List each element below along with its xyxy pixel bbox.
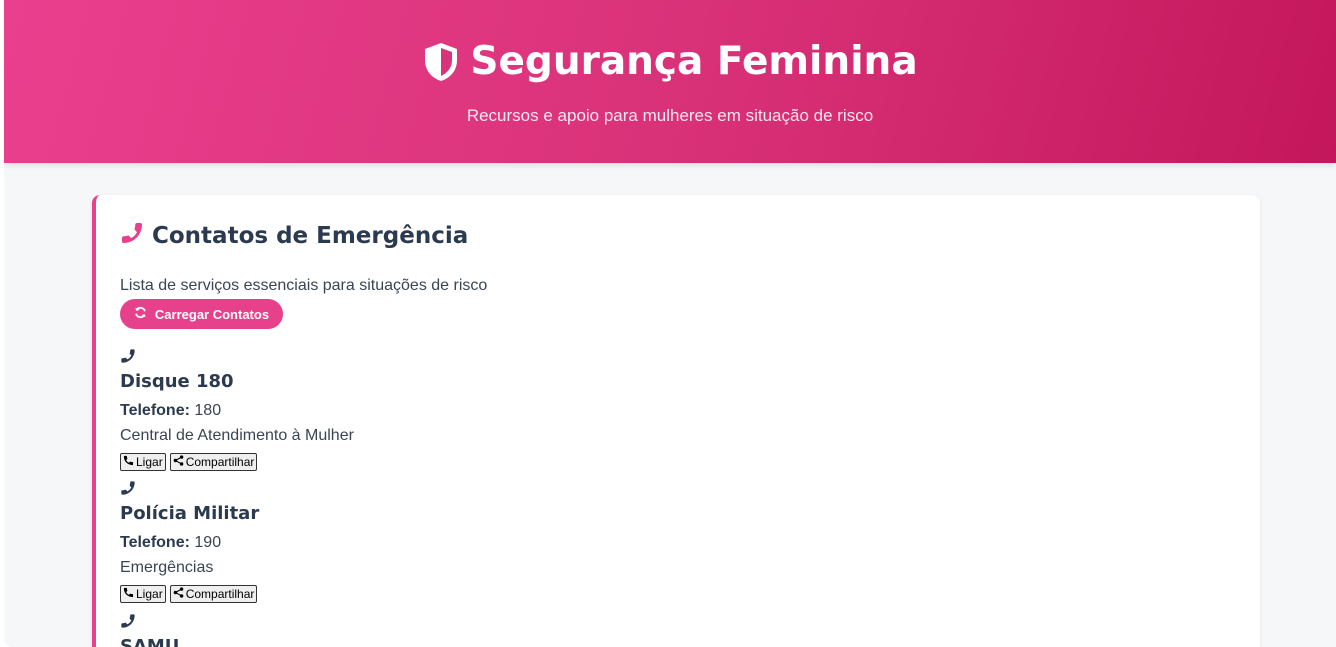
share-label: Compartilhar (185, 587, 255, 601)
card-description: Lista de serviços essenciais para situaç… (120, 277, 488, 294)
share-button[interactable]: Compartilhar (169, 453, 258, 471)
phone-icon (120, 613, 136, 634)
share-icon (173, 455, 184, 469)
phone-label: Telefone: (120, 402, 190, 419)
refresh-icon (134, 306, 147, 322)
contact-phone: Telefone: 190 (120, 534, 221, 552)
emergency-contacts-card: Contatos de Emergência Lista de serviços… (92, 195, 1260, 647)
phone-icon (120, 221, 144, 250)
contact-name: SAMU (120, 636, 180, 647)
contact-actions: Ligar Compartilhar (120, 453, 258, 471)
phone-label: Telefone: (120, 534, 190, 551)
phone-icon (120, 480, 136, 501)
share-button[interactable]: Compartilhar (169, 585, 258, 603)
call-label: Ligar (136, 455, 163, 469)
contact-description: Emergências (120, 559, 214, 576)
phone-icon (120, 348, 136, 369)
contact-name: Disque 180 (120, 371, 234, 392)
contact-phone: Telefone: 180 (120, 402, 221, 420)
load-contacts-button[interactable]: Carregar Contatos (120, 299, 283, 329)
phone-icon (123, 455, 134, 469)
contact-name: Polícia Militar (120, 503, 260, 524)
phone-icon (123, 587, 134, 601)
page-header: Segurança Feminina Recursos e apoio para… (4, 0, 1336, 163)
contact-description: Central de Atendimento à Mulher (120, 427, 354, 444)
card-header: Contatos de Emergência (120, 221, 468, 250)
load-contacts-label: Carregar Contatos (154, 306, 270, 322)
page-title: Segurança Feminina (470, 39, 918, 84)
title-row: Segurança Feminina (4, 36, 1336, 88)
shield-icon (422, 41, 460, 83)
app-page: Segurança Feminina Recursos e apoio para… (4, 0, 1336, 647)
share-label: Compartilhar (185, 455, 255, 469)
share-icon (173, 587, 184, 601)
page-subtitle: Recursos e apoio para mulheres em situaç… (466, 106, 874, 125)
phone-number: 190 (194, 534, 222, 551)
card-title: Contatos de Emergência (152, 222, 469, 249)
contact-actions: Ligar Compartilhar (120, 585, 258, 603)
call-button[interactable]: Ligar (120, 453, 166, 471)
call-label: Ligar (136, 587, 163, 601)
call-button[interactable]: Ligar (120, 585, 166, 603)
phone-number: 180 (194, 402, 222, 419)
